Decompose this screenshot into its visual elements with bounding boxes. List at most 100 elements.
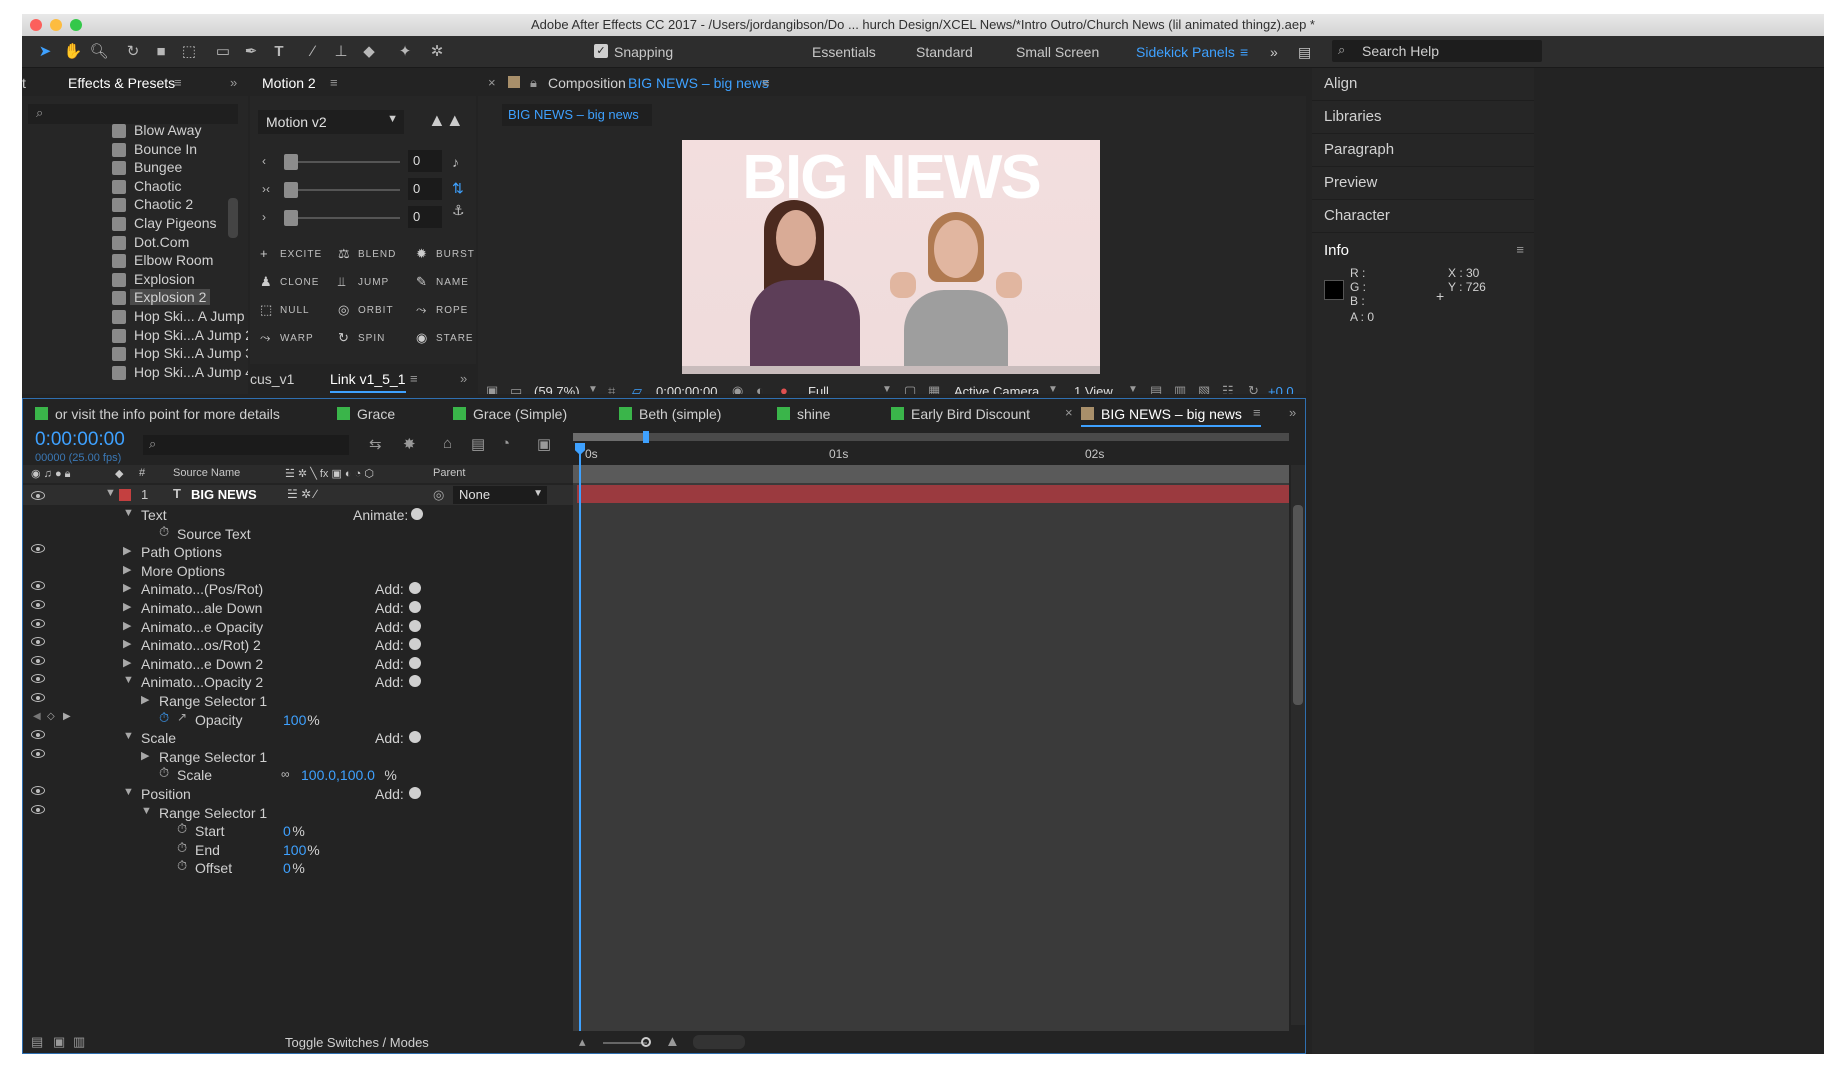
collapse-triangle-icon[interactable]: ▼ xyxy=(105,487,116,499)
slider-thumb-2[interactable] xyxy=(284,182,298,198)
camera-tool-icon[interactable]: ■ xyxy=(150,42,172,62)
excite-button[interactable]: + EXCITE xyxy=(258,244,330,266)
expand-triangle-icon[interactable]: ▼ xyxy=(123,674,134,686)
slider-value-2-box[interactable]: 0 xyxy=(408,178,442,200)
layer-duration-bar[interactable] xyxy=(577,485,1289,503)
property-action-label[interactable]: Add: xyxy=(375,581,404,597)
add-keyframe-icon[interactable]: ◇ xyxy=(47,711,55,722)
slider-value-3-box[interactable]: 0 xyxy=(408,206,442,228)
eye-icon[interactable] xyxy=(31,804,45,814)
stopwatch-icon[interactable]: ⏱︎ xyxy=(177,821,187,837)
resolution-value[interactable]: Full xyxy=(808,384,829,394)
workspace-sidekick-panels[interactable]: Sidekick Panels xyxy=(1136,44,1235,60)
close-tab-icon[interactable]: × xyxy=(1065,405,1073,420)
views-value[interactable]: 1 View xyxy=(1074,384,1113,394)
property-action-label[interactable]: Add: xyxy=(375,786,404,802)
shy-layers-icon[interactable]: ⌂ xyxy=(443,435,452,452)
property-action-label[interactable]: Add: xyxy=(375,600,404,616)
toggle-pixel-aspect-icon[interactable]: ▤ xyxy=(1150,383,1162,394)
panel-libraries[interactable]: Libraries xyxy=(1312,101,1534,134)
action-arrow-icon[interactable] xyxy=(409,582,421,595)
pickwhip-icon[interactable]: ◎ xyxy=(433,487,444,503)
burst-button[interactable]: ✹ BURST xyxy=(414,244,476,266)
zoom-in-icon[interactable]: ▲ xyxy=(665,1033,680,1050)
property-action-label[interactable]: Add: xyxy=(375,619,404,635)
blend-button[interactable]: ⚖ BLEND xyxy=(336,244,408,266)
composition-tab-prefix[interactable]: Composition xyxy=(548,75,626,91)
rope-button[interactable]: ⤳ ROPE xyxy=(414,300,476,322)
show-snapshot-icon[interactable]: ◐ xyxy=(756,383,764,394)
camera-chevron-icon[interactable]: ▼ xyxy=(1048,384,1058,394)
property-action-label[interactable]: Add: xyxy=(375,637,404,653)
toggle-switches-modes[interactable]: Toggle Switches / Modes xyxy=(285,1035,429,1050)
work-area-range[interactable] xyxy=(573,433,647,441)
eye-icon[interactable] xyxy=(31,786,45,795)
action-arrow-icon[interactable] xyxy=(409,619,421,632)
workspace-panel-icon[interactable]: ▤ xyxy=(1298,44,1311,61)
property-value[interactable]: 0 xyxy=(283,860,291,876)
property-action-label[interactable]: Add: xyxy=(375,656,404,672)
stopwatch-icon[interactable]: ⏱︎ xyxy=(177,840,187,856)
expand-triangle-icon[interactable]: ▼ xyxy=(123,786,134,798)
collapse-triangle-icon[interactable]: ▶ xyxy=(141,749,149,762)
property-action-label[interactable]: Add: xyxy=(375,730,404,746)
col-source-name[interactable]: Source Name xyxy=(173,467,240,479)
eye-icon[interactable] xyxy=(31,655,45,665)
parent-dropdown[interactable]: None ▼ xyxy=(453,486,547,504)
snapping-checkbox[interactable]: ✓ xyxy=(594,44,608,58)
eye-icon[interactable] xyxy=(31,674,45,684)
effect-item[interactable]: Hop Ski...A Jump 4 xyxy=(22,362,248,384)
action-arrow-icon[interactable] xyxy=(409,787,421,799)
action-arrow-icon[interactable] xyxy=(409,731,421,744)
clone-stamp-tool-icon[interactable]: ⊥ xyxy=(330,42,352,62)
collapse-triangle-icon[interactable]: ▶ xyxy=(123,544,131,557)
jump-button[interactable]: ⫫ JUMP xyxy=(336,272,408,294)
slider-track-2[interactable] xyxy=(288,189,400,191)
frame-blending-icon[interactable]: ▤ xyxy=(471,435,485,453)
time-navigator[interactable] xyxy=(693,1035,745,1049)
clone-button[interactable]: ♟ CLONE xyxy=(258,272,330,294)
layer-name[interactable]: BIG NEWS xyxy=(191,487,257,502)
region-of-interest-icon[interactable]: ▢ xyxy=(904,383,916,394)
mask-visibility-icon[interactable]: ▱ xyxy=(632,383,642,394)
property-value[interactable]: 0 xyxy=(283,823,291,839)
eye-icon[interactable] xyxy=(31,730,45,740)
property-value[interactable]: 100 xyxy=(283,712,306,728)
graph-icon[interactable]: ↗ xyxy=(177,710,187,724)
zoom-level[interactable]: (59.7%) xyxy=(534,384,580,394)
collapse-triangle-icon[interactable]: ▶ xyxy=(123,600,131,613)
in-out-pane-icon[interactable]: ▥ xyxy=(73,1034,85,1050)
panel-paragraph[interactable]: Paragraph xyxy=(1312,134,1534,167)
orbit-button[interactable]: ◎ ORBIT xyxy=(336,300,408,322)
resolution-chevron-icon[interactable]: ▼ xyxy=(882,384,892,394)
lock-icon[interactable]: 🔒︎ xyxy=(530,75,537,91)
channel-icon[interactable]: ● xyxy=(780,383,788,394)
expand-panel-icon[interactable]: » xyxy=(230,75,237,90)
roto-brush-tool-icon[interactable]: ✦ xyxy=(394,42,416,62)
rectangle-tool-icon[interactable]: ▭ xyxy=(212,42,234,62)
hand-tool-icon[interactable]: ✋ xyxy=(62,42,84,62)
slider-track-1[interactable] xyxy=(288,161,400,163)
views-chevron-icon[interactable]: ▼ xyxy=(1128,384,1138,394)
tab-truncated[interactable]: t xyxy=(22,75,26,91)
always-preview-icon[interactable]: ▣ xyxy=(486,383,498,394)
expand-triangle-icon[interactable]: ▼ xyxy=(123,730,134,742)
panel-character[interactable]: Character xyxy=(1312,200,1534,233)
workspace-essentials[interactable]: Essentials xyxy=(812,44,876,60)
zoom-tool-icon[interactable]: 🔍︎ xyxy=(88,42,110,62)
camera-value[interactable]: Active Camera xyxy=(954,384,1039,394)
eye-icon[interactable] xyxy=(31,618,45,628)
stare-button[interactable]: ◉ STARE xyxy=(414,328,476,350)
action-arrow-icon[interactable] xyxy=(409,656,421,669)
playhead-line[interactable] xyxy=(579,443,581,1053)
property-action-label[interactable]: Animate: xyxy=(353,507,408,523)
zoom-slider-thumb[interactable] xyxy=(641,1037,651,1047)
eye-icon[interactable] xyxy=(31,693,45,702)
rotate-tool-icon[interactable]: ↻ xyxy=(122,42,144,62)
info-menu-icon[interactable]: ≡ xyxy=(1516,242,1524,257)
slider-thumb-3[interactable] xyxy=(284,210,298,226)
more-workspaces-icon[interactable]: » xyxy=(1270,44,1278,60)
modes-pane-icon[interactable]: ▣ xyxy=(53,1034,65,1050)
spin-button[interactable]: ↻ SPIN xyxy=(336,328,408,350)
panel-preview[interactable]: Preview xyxy=(1312,167,1534,200)
